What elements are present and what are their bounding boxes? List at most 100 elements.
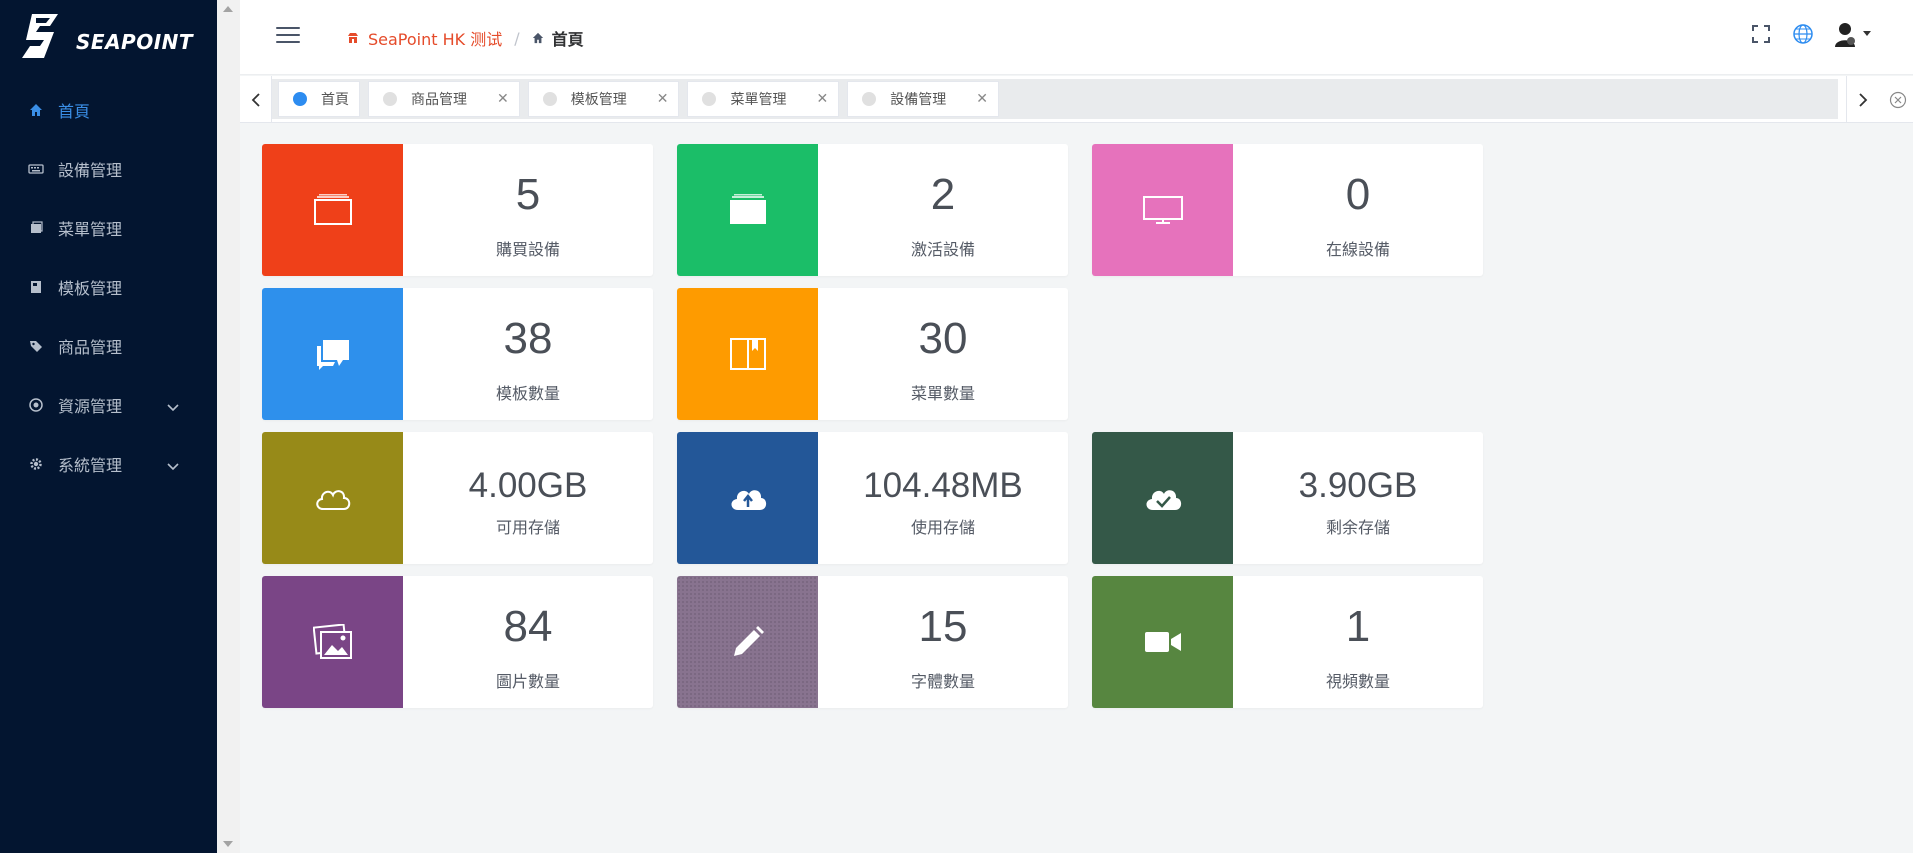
sidebar-item-label: 菜單管理 bbox=[58, 219, 123, 239]
brand-name: SEAPOINT bbox=[76, 30, 194, 54]
sidebar-item-label: 資源管理 bbox=[58, 396, 123, 416]
cloud-check-icon bbox=[1092, 432, 1233, 564]
hamburger-menu-icon[interactable] bbox=[276, 27, 300, 45]
settings-circle-icon bbox=[28, 397, 44, 413]
breadcrumb-current: 首頁 bbox=[532, 26, 584, 50]
fullscreen-icon[interactable] bbox=[1749, 22, 1773, 46]
brand-logo[interactable]: SEAPOINT bbox=[18, 12, 198, 62]
monitor-icon bbox=[1092, 144, 1233, 276]
stat-card-templates[interactable]: 38 模板數量 bbox=[262, 288, 653, 420]
stat-label: 可用存儲 bbox=[495, 518, 560, 537]
tabs-scroll-right-icon[interactable] bbox=[1846, 76, 1878, 123]
stat-label: 剩余存儲 bbox=[1325, 518, 1390, 537]
chat-bubbles-icon bbox=[262, 288, 403, 420]
chevron-down-icon bbox=[167, 456, 179, 475]
scroll-up-arrow-icon[interactable] bbox=[223, 6, 233, 12]
breadcrumb-home-link[interactable]: SeaPoint HK 测试 bbox=[346, 26, 502, 50]
stat-card-available-storage[interactable]: 4.00GB 可用存儲 bbox=[262, 432, 653, 564]
breadcrumb-separator: / bbox=[514, 28, 520, 48]
sidebar-item-label: 模板管理 bbox=[58, 278, 123, 298]
tab-status-dot bbox=[383, 92, 397, 106]
stack-window-icon bbox=[262, 144, 403, 276]
stack-folder-icon bbox=[677, 144, 818, 276]
tab-close-icon[interactable]: ✕ bbox=[816, 91, 828, 107]
sidebar-item-menus[interactable]: 菜單管理 bbox=[0, 198, 217, 257]
stat-card-images[interactable]: 84 圖片數量 bbox=[262, 576, 653, 708]
seapoint-logo-icon bbox=[22, 14, 58, 58]
keyboard-icon bbox=[28, 161, 44, 177]
sidebar-item-home[interactable]: 首頁 bbox=[0, 80, 217, 139]
stat-card-videos[interactable]: 1 視頻數量 bbox=[1092, 576, 1483, 708]
tab-label: 設備管理 bbox=[890, 92, 947, 108]
sidebar-item-templates[interactable]: 模板管理 bbox=[0, 257, 217, 316]
cloud-icon bbox=[262, 432, 403, 564]
sidebar-nav: 首頁 設備管理 菜單管理 模板管理 商品管理 資源管理 系統管理 bbox=[0, 80, 217, 493]
stat-card-used-storage[interactable]: 104.48MB 使用存儲 bbox=[677, 432, 1068, 564]
stat-label: 菜單數量 bbox=[910, 384, 975, 403]
stat-value: 2 bbox=[930, 170, 956, 219]
stat-value: 38 bbox=[503, 314, 553, 363]
pencil-icon bbox=[677, 576, 818, 708]
tabs-scroll-left-icon[interactable] bbox=[240, 76, 272, 123]
stat-value: 30 bbox=[918, 314, 968, 363]
top-header: SeaPoint HK 测试 / 首頁 bbox=[240, 0, 1913, 75]
tab-close-icon[interactable]: ✕ bbox=[657, 91, 669, 107]
stat-label: 使用存儲 bbox=[910, 518, 975, 537]
tab-label: 菜單管理 bbox=[730, 92, 787, 108]
tabs-track: 首頁 商品管理 ✕ 模板管理 ✕ 菜單管理 ✕ 設備管理 ✕ bbox=[272, 79, 1838, 119]
tab-templates[interactable]: 模板管理 ✕ bbox=[527, 81, 680, 117]
header-actions bbox=[1731, 22, 1873, 47]
stat-card-purchased-devices[interactable]: 5 購買設備 bbox=[262, 144, 653, 276]
stat-card-online-devices[interactable]: 0 在線設備 bbox=[1092, 144, 1483, 276]
tab-label: 模板管理 bbox=[570, 92, 627, 108]
stat-label: 購買設備 bbox=[495, 240, 560, 259]
stat-card-activated-devices[interactable]: 2 激活設備 bbox=[677, 144, 1068, 276]
sidebar-item-label: 商品管理 bbox=[58, 337, 123, 357]
sidebar-item-products[interactable]: 商品管理 bbox=[0, 316, 217, 375]
sidebar-item-devices[interactable]: 設備管理 bbox=[0, 139, 217, 198]
stat-label: 在線設備 bbox=[1325, 240, 1390, 259]
tabs-bar: 首頁 商品管理 ✕ 模板管理 ✕ 菜單管理 ✕ 設備管理 ✕ bbox=[240, 76, 1913, 123]
book-icon bbox=[677, 288, 818, 420]
cloud-upload-icon bbox=[677, 432, 818, 564]
breadcrumb: SeaPoint HK 测试 / 首頁 bbox=[346, 26, 584, 50]
tab-close-icon[interactable]: ✕ bbox=[976, 91, 988, 107]
tab-status-dot bbox=[702, 92, 717, 106]
tab-close-icon[interactable]: ✕ bbox=[497, 91, 509, 107]
video-camera-icon bbox=[1092, 576, 1233, 708]
sidebar-item-label: 設備管理 bbox=[58, 160, 123, 180]
tab-label: 首頁 bbox=[321, 92, 349, 108]
stat-value: 0 bbox=[1345, 170, 1371, 219]
home-icon bbox=[28, 102, 44, 118]
stat-label: 視頻數量 bbox=[1325, 672, 1390, 691]
stat-value: 84 bbox=[503, 602, 553, 651]
stat-value: 1 bbox=[1345, 602, 1371, 651]
sidebar-item-label: 首頁 bbox=[58, 101, 91, 121]
gear-icon bbox=[28, 456, 44, 472]
stat-value: 5 bbox=[515, 170, 541, 219]
stat-value: 3.90GB bbox=[1298, 466, 1418, 505]
stat-card-fonts[interactable]: 15 字體數量 bbox=[677, 576, 1068, 708]
shop-icon bbox=[346, 31, 360, 45]
globe-language-icon[interactable] bbox=[1791, 22, 1815, 46]
close-all-tabs-icon[interactable] bbox=[1883, 76, 1913, 123]
home-icon bbox=[532, 32, 544, 44]
stat-card-remaining-storage[interactable]: 3.90GB 剩余存儲 bbox=[1092, 432, 1483, 564]
breadcrumb-current-label: 首頁 bbox=[551, 30, 584, 49]
stat-label: 模板數量 bbox=[495, 384, 560, 403]
template-icon bbox=[28, 279, 44, 295]
scroll-down-arrow-icon[interactable] bbox=[223, 841, 233, 847]
tab-devices[interactable]: 設備管理 ✕ bbox=[847, 81, 999, 117]
tab-home[interactable]: 首頁 bbox=[278, 81, 360, 117]
tab-products[interactable]: 商品管理 ✕ bbox=[368, 81, 520, 117]
vertical-scrollbar[interactable] bbox=[217, 0, 240, 853]
user-avatar-icon[interactable] bbox=[1833, 22, 1873, 47]
sidebar-item-resources[interactable]: 資源管理 bbox=[0, 375, 217, 434]
tag-icon bbox=[28, 338, 44, 354]
images-icon bbox=[262, 576, 403, 708]
stat-card-menus[interactable]: 30 菜單數量 bbox=[677, 288, 1068, 420]
sidebar-item-system[interactable]: 系統管理 bbox=[0, 434, 217, 493]
stat-label: 字體數量 bbox=[910, 672, 975, 691]
tab-status-dot bbox=[862, 92, 877, 106]
tab-menus[interactable]: 菜單管理 ✕ bbox=[687, 81, 840, 117]
